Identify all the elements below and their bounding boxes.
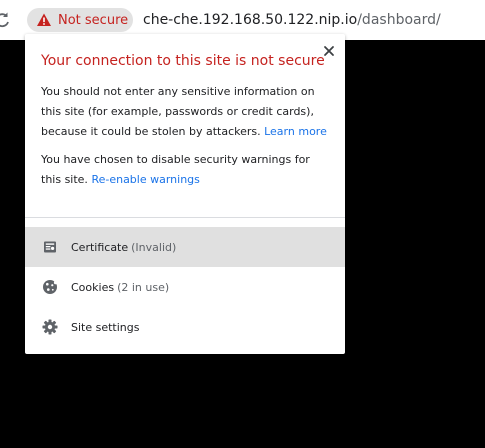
menu-item-site-settings[interactable]: Site settings — [25, 307, 345, 347]
warning-paragraph: You should not enter any sensitive infor… — [41, 82, 331, 142]
popup-title: Your connection to this site is not secu… — [41, 53, 325, 69]
not-secure-chip[interactable]: Not secure — [27, 8, 133, 32]
learn-more-link[interactable]: Learn more — [264, 125, 327, 138]
menu-item-label: Site settings — [71, 320, 140, 334]
address-bar-url[interactable]: che-che.192.168.50.122.nip.io/dashboard/ — [143, 10, 441, 30]
disabled-warnings-paragraph: You have chosen to disable security warn… — [41, 150, 331, 190]
url-host: che-che.192.168.50.122.nip.io — [143, 12, 358, 28]
url-path: /dashboard/ — [357, 12, 441, 28]
menu-item-label: Certificate — [71, 240, 129, 254]
site-info-popup: Your connection to this site is not secu… — [25, 34, 345, 354]
menu-item-status: (2 in use) — [117, 280, 170, 294]
gear-icon — [42, 319, 58, 335]
cookie-icon — [42, 279, 58, 295]
menu-item-status: (Invalid) — [131, 240, 177, 254]
warning-icon — [36, 12, 52, 28]
divider — [25, 217, 345, 218]
menu-item-cookies[interactable]: Cookies (2 in use) — [25, 267, 345, 307]
security-state-label: Not secure — [58, 12, 129, 28]
menu-item-label: Cookies — [71, 280, 115, 294]
certificate-icon — [42, 239, 58, 255]
reload-icon[interactable] — [0, 11, 10, 29]
reenable-warnings-link[interactable]: Re-enable warnings — [91, 173, 199, 186]
menu-item-certificate[interactable]: Certificate (Invalid) — [25, 227, 345, 267]
